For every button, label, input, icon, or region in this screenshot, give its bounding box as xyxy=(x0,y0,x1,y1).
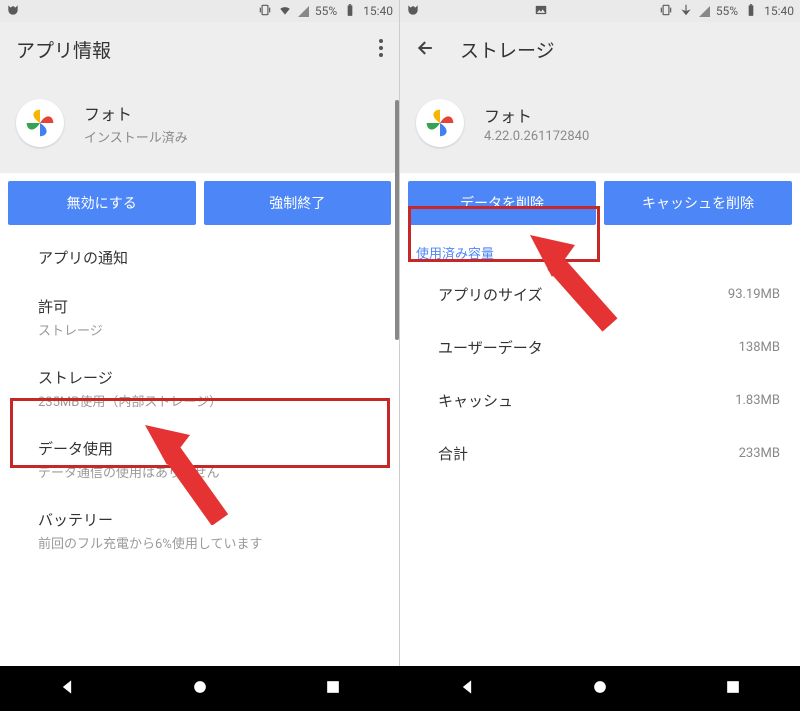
wifi-icon xyxy=(679,3,693,20)
nav-home-icon[interactable] xyxy=(590,677,610,701)
nav-recent-icon[interactable] xyxy=(723,677,743,701)
page-title: アプリ情報 xyxy=(16,36,111,63)
force-stop-button[interactable]: 強制終了 xyxy=(204,181,392,225)
app-photos-icon xyxy=(16,99,64,147)
back-icon[interactable] xyxy=(416,38,436,62)
item-battery[interactable]: バッテリー 前回のフル充電から6%使用しています xyxy=(0,495,399,566)
battery-percent: 55% xyxy=(315,4,337,18)
disable-button[interactable]: 無効にする xyxy=(8,181,196,225)
nav-home-icon[interactable] xyxy=(190,677,210,701)
action-button-row: 無効にする 強制終了 xyxy=(0,173,399,233)
storage-breakdown: アプリのサイズ 93.19MB ユーザーデータ 138MB キャッシュ 1.83… xyxy=(400,268,800,666)
app-install-status: インストール済み xyxy=(84,127,188,146)
wifi-icon xyxy=(278,3,292,20)
signal-icon xyxy=(298,6,309,17)
signal-icon xyxy=(699,6,710,17)
notification-cat-icon xyxy=(6,3,20,20)
item-data-usage[interactable]: データ使用 データ通信の使用はありません xyxy=(0,424,399,495)
screen-app-info: 55% 15:40 アプリ情報 フォト イ xyxy=(0,0,400,666)
app-photos-icon xyxy=(416,99,464,147)
section-used-space: 使用済み容量 xyxy=(400,233,800,268)
settings-list: アプリの通知 許可 ストレージ ストレージ 235MB使用（内部ストレージ） デ… xyxy=(0,233,399,666)
nav-back-icon[interactable] xyxy=(57,677,77,701)
battery-icon xyxy=(744,3,758,20)
status-bar: 55% 15:40 xyxy=(400,0,800,22)
nav-recent-icon[interactable] xyxy=(323,677,343,701)
overflow-menu-icon[interactable] xyxy=(379,39,383,61)
row-user-data: ユーザーデータ 138MB xyxy=(400,321,800,374)
header-storage: ストレージ xyxy=(400,22,800,77)
android-nav-bar xyxy=(0,666,800,711)
app-version: 4.22.0.261172840 xyxy=(484,129,589,144)
app-header-block: フォト インストール済み xyxy=(0,77,399,173)
header-app-info: アプリ情報 xyxy=(0,22,399,77)
page-title: ストレージ xyxy=(460,36,555,63)
item-permissions[interactable]: 許可 ストレージ xyxy=(0,282,399,353)
item-notifications[interactable]: アプリの通知 xyxy=(0,233,399,282)
notification-cat-icon xyxy=(406,3,420,20)
vibrate-icon xyxy=(258,3,272,20)
scrollbar-indicator xyxy=(395,100,399,340)
app-name: フォト xyxy=(484,103,589,127)
app-header-block: フォト 4.22.0.261172840 xyxy=(400,77,800,173)
nav-back-icon[interactable] xyxy=(457,677,477,701)
clear-cache-button[interactable]: キャッシュを削除 xyxy=(604,181,792,225)
battery-percent: 55% xyxy=(716,4,738,18)
item-storage[interactable]: ストレージ 235MB使用（内部ストレージ） xyxy=(0,353,399,424)
row-app-size: アプリのサイズ 93.19MB xyxy=(400,268,800,321)
clock-text: 15:40 xyxy=(764,4,794,18)
row-total: 合計 233MB xyxy=(400,427,800,480)
app-name: フォト xyxy=(84,101,188,125)
notification-photo-icon xyxy=(534,3,548,20)
clock-text: 15:40 xyxy=(363,4,393,18)
action-button-row: データを削除 キャッシュを削除 xyxy=(400,173,800,233)
row-cache: キャッシュ 1.83MB xyxy=(400,374,800,427)
status-bar: 55% 15:40 xyxy=(0,0,399,22)
clear-data-button[interactable]: データを削除 xyxy=(408,181,596,225)
vibrate-icon xyxy=(659,3,673,20)
battery-icon xyxy=(343,3,357,20)
screen-storage: 55% 15:40 ストレージ フォト 4 xyxy=(400,0,800,666)
